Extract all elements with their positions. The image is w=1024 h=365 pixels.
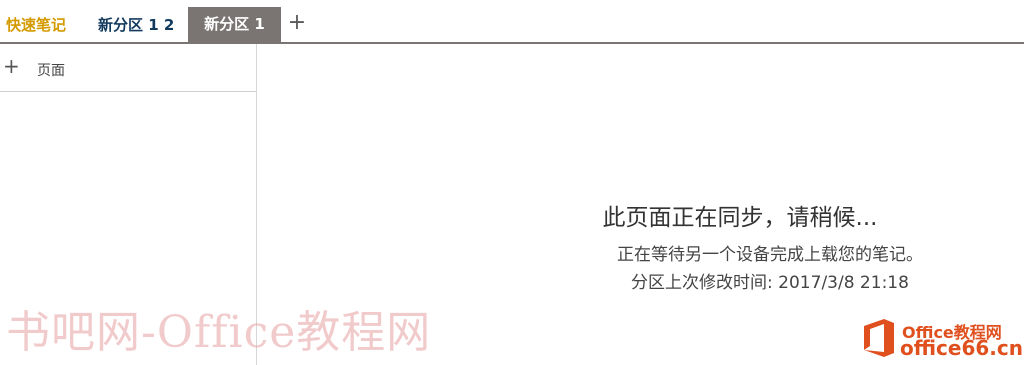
plus-icon: + [3, 54, 20, 78]
office-logo: Office教程网 office66.cn [862, 316, 1023, 362]
sync-last-modified: 分区上次修改时间: 2017/3/8 21:18 [631, 273, 909, 293]
section-tab-bar: 快速笔记 新分区 1 2 新分区 1 + [0, 0, 1024, 44]
office-icon [864, 319, 894, 357]
tab-quick-notes[interactable]: 快速笔记 [6, 8, 66, 42]
tab-label: 快速笔记 [6, 16, 67, 34]
sync-message: 正在等待另一个设备完成上载您的笔记。 [617, 245, 923, 265]
tab-label: 新分区 1 2 [98, 16, 175, 34]
logo-line-2: office66.cn [900, 336, 1023, 360]
tab-label: 新分区 1 [204, 15, 265, 33]
tab-new-section-1[interactable]: 新分区 1 [188, 7, 281, 42]
add-section-button[interactable]: + [286, 10, 308, 36]
add-page-button[interactable]: + 页面 [0, 44, 256, 92]
watermark-text: 书吧网-Office教程网 [6, 307, 432, 358]
sync-title: 此页面正在同步，请稍候... [602, 205, 878, 231]
add-page-label: 页面 [37, 63, 65, 79]
plus-icon: + [287, 10, 307, 35]
tab-new-section-12[interactable]: 新分区 1 2 [98, 8, 174, 42]
